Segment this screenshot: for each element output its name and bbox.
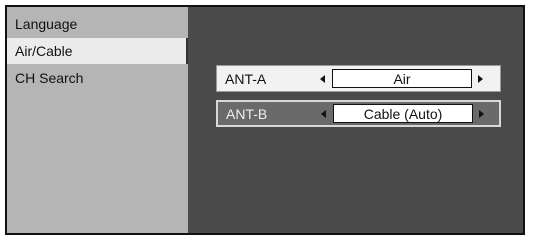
ant-a-value[interactable]: Air <box>332 69 472 88</box>
sidebar-menu: Language Air/Cable CH Search <box>7 7 188 233</box>
settings-window: Language Air/Cable CH Search ANT-A Air A… <box>5 5 525 235</box>
ant-b-row[interactable]: ANT-B Cable (Auto) <box>216 100 501 127</box>
arrow-left-icon[interactable] <box>321 109 326 118</box>
menu-item-language[interactable]: Language <box>7 11 188 37</box>
arrow-left-icon[interactable] <box>320 74 325 83</box>
settings-panel: ANT-A Air ANT-B Cable (Auto) <box>188 7 523 233</box>
menu-item-air-cable[interactable]: Air/Cable <box>7 38 188 64</box>
ant-a-label: ANT-A <box>225 70 267 87</box>
ant-b-value[interactable]: Cable (Auto) <box>333 104 473 123</box>
ant-b-label: ANT-B <box>226 105 268 122</box>
ant-a-row[interactable]: ANT-A Air <box>216 65 501 92</box>
arrow-right-icon[interactable] <box>479 109 484 118</box>
arrow-right-icon[interactable] <box>478 74 483 83</box>
menu-item-ch-search[interactable]: CH Search <box>7 65 188 91</box>
